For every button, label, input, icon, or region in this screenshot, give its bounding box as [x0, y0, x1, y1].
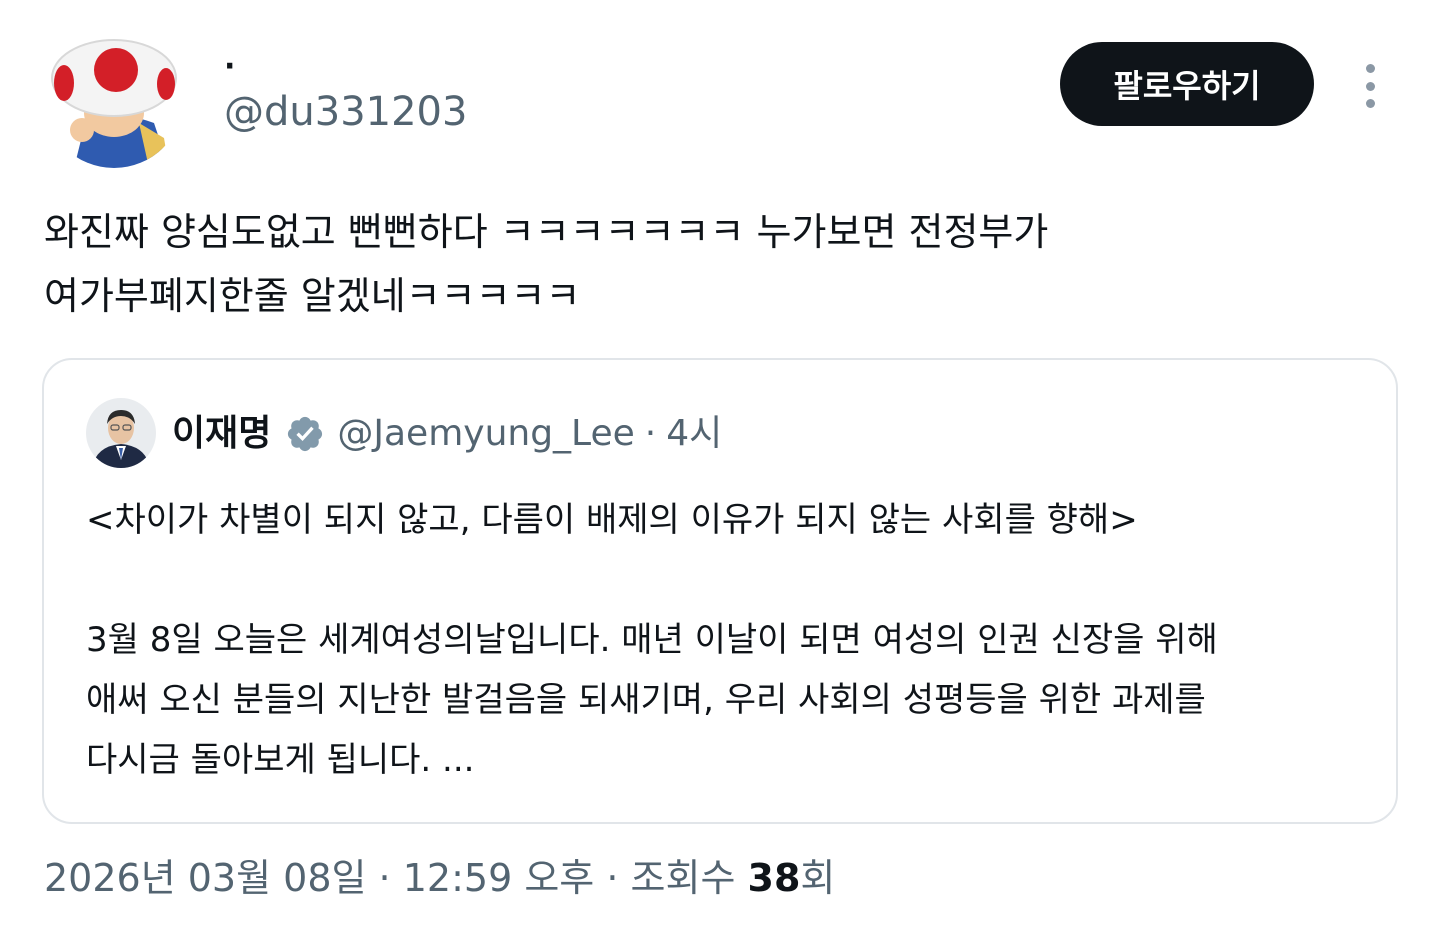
quoted-tweet-line: 애써 오신 분들의 지난한 발걸음을 되새기며, 우리 사회의 성평등을 위한 …: [86, 680, 1206, 720]
verified-badge-icon: [285, 414, 325, 454]
views-count: 38: [747, 856, 801, 900]
quoted-tweet-line: 3월 8일 오늘은 세계여성의날입니다. 매년 이날이 되면 여성의 인권 신장…: [86, 620, 1218, 660]
follow-button[interactable]: 팔로우하기: [1060, 42, 1314, 126]
quoted-author-handle[interactable]: @Jaemyung_Lee: [337, 410, 634, 458]
header-separator: ·: [644, 413, 657, 454]
more-vertical-icon: [1365, 64, 1375, 73]
more-options-button[interactable]: [1350, 58, 1390, 114]
quoted-tweet-time[interactable]: 4시: [666, 410, 722, 458]
author-handle[interactable]: @du331203: [224, 88, 467, 136]
tweet-time[interactable]: 12:59 오후: [403, 856, 595, 900]
mushroom-character-avatar: [44, 28, 184, 168]
quoted-tweet-title: <차이가 차별이 되지 않고, 다름이 배제의 이유가 되지 않는 사회를 향해…: [86, 500, 1138, 540]
tweet-text: 와진짜 양심도없고 뻔뻔하다 ㅋㅋㅋㅋㅋㅋㅋ 누가보면 전정부가 여가부폐지한줄…: [44, 210, 1049, 318]
meta-separator: ·: [378, 856, 391, 900]
quoted-tweet-body: <차이가 차별이 되지 않고, 다름이 배제의 이유가 되지 않는 사회를 향해…: [86, 490, 1376, 790]
tweet-metadata: 2026년 03월 08일 · 12:59 오후 · 조회수 38회: [44, 850, 835, 906]
tweet-date[interactable]: 2026년 03월 08일: [44, 856, 366, 900]
meta-separator: ·: [606, 856, 619, 900]
quoted-tweet-line: 다시금 돌아보게 됩니다. ...: [86, 740, 475, 780]
more-vertical-icon-dot: [1365, 81, 1375, 91]
more-vertical-icon-dot: [1365, 99, 1375, 108]
author-avatar[interactable]: [44, 28, 184, 168]
quoted-author-name[interactable]: 이재명: [172, 410, 271, 458]
quoted-author-avatar[interactable]: [86, 398, 156, 468]
person-portrait-icon: [86, 398, 156, 468]
views-label: 조회수: [630, 856, 736, 900]
quoted-tweet-card[interactable]: 이재명 @Jaemyung_Lee · 4시 <차이가 차별이 되지 않고, 다…: [42, 358, 1398, 824]
views-unit: 회: [800, 856, 836, 900]
author-display-name[interactable]: ·: [224, 52, 235, 82]
quoted-tweet-header: 이재명 @Jaemyung_Lee · 4시: [172, 410, 722, 458]
